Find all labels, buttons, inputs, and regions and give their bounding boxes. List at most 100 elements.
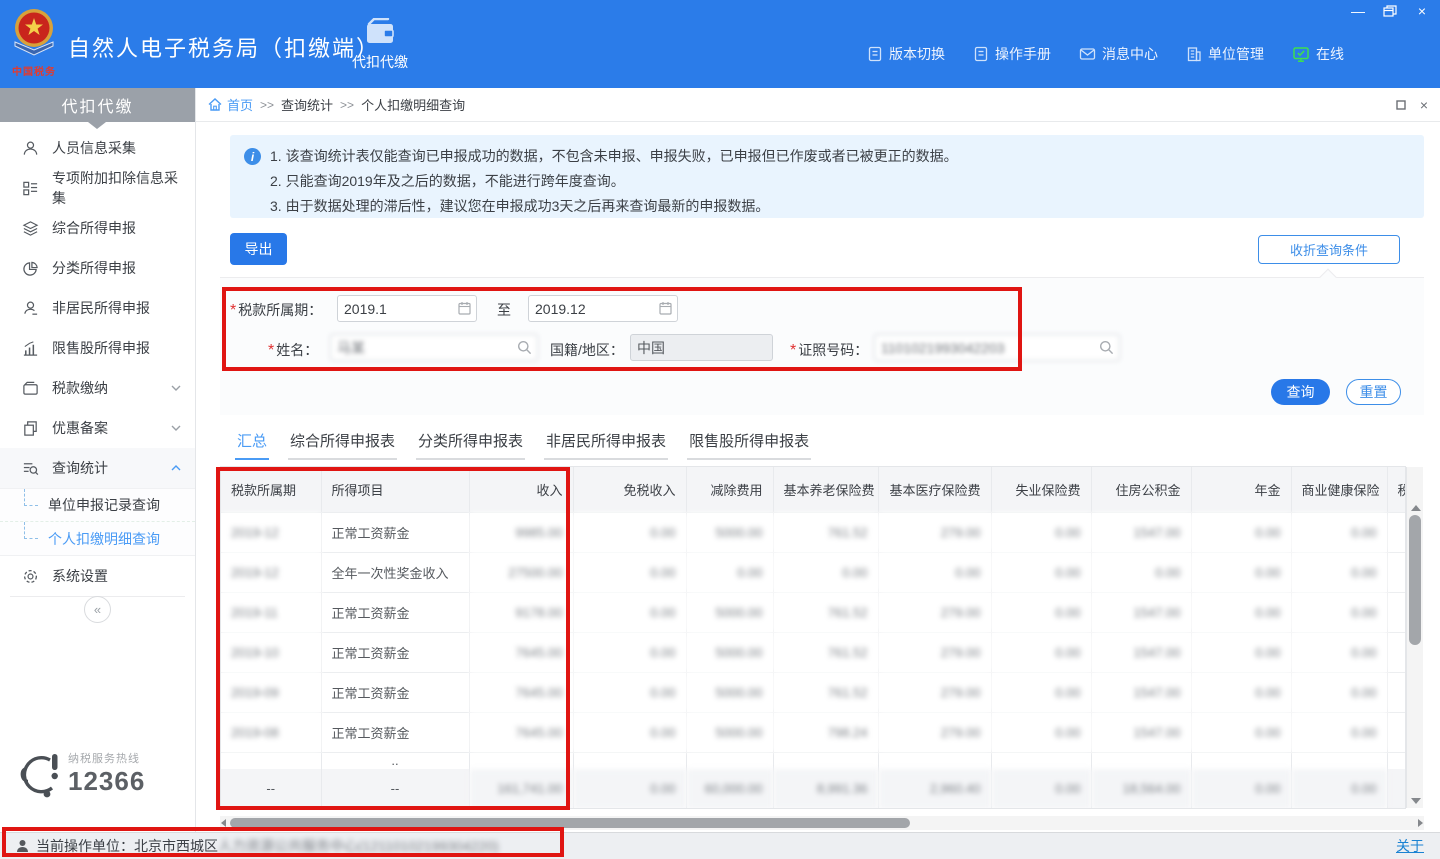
cell-amount: 0.00	[1291, 712, 1387, 752]
table-body: 2019-12正常工资薪金9985.000.005000.00761.52279…	[221, 512, 1406, 809]
scroll-up-icon[interactable]	[1411, 505, 1421, 511]
copy-icon	[22, 420, 39, 437]
horizontal-scrollbar[interactable]	[220, 816, 1424, 830]
table-row[interactable]: 2019-11正常工资薪金9178.000.005000.00761.52279…	[221, 592, 1406, 632]
to-label: 至	[497, 300, 511, 320]
results-table: 税款所属期所得项目收入免税收入减除费用基本养老保险费基本医疗保险费失业保险费住房…	[220, 466, 1406, 809]
collapse-query-conditions-button[interactable]: 收折查询条件	[1258, 235, 1400, 264]
hotline-caption: 纳税服务热线	[68, 750, 145, 766]
tab-nonresident-income[interactable]: 非居民所得申报表	[544, 430, 668, 460]
hotline-number: 12366	[68, 766, 145, 797]
current-unit-label: 当前操作单位：	[36, 836, 134, 856]
cell-amount: 1547.00	[1091, 712, 1191, 752]
nav-unit-management[interactable]: 单位管理	[1186, 44, 1264, 64]
period-to-input[interactable]	[528, 295, 678, 322]
sidebar-item-system-settings[interactable]: 系统设置	[0, 556, 195, 596]
nav-label: 在线	[1316, 44, 1344, 64]
sidebar-collapse-button[interactable]: «	[84, 596, 111, 623]
cell-clipped	[1387, 512, 1406, 552]
sidebar-item-comprehensive-income[interactable]: 综合所得申报	[0, 208, 195, 248]
tab-classified-income[interactable]: 分类所得申报表	[416, 430, 525, 460]
search-icon[interactable]	[517, 340, 532, 360]
search-icon[interactable]	[1099, 340, 1114, 360]
cell-amount: 1547.00	[1091, 672, 1191, 712]
calendar-icon[interactable]	[458, 301, 471, 320]
restore-icon[interactable]	[1382, 4, 1398, 18]
table-row[interactable]: 2019-09正常工资薪金7645.000.005000.00761.52279…	[221, 672, 1406, 712]
cell-amount: 0.00	[991, 672, 1091, 712]
vertical-scrollbar[interactable]	[1406, 467, 1423, 808]
scroll-down-icon[interactable]	[1411, 798, 1421, 804]
sidebar-item-tax-payment[interactable]: 税款缴纳	[0, 368, 195, 408]
window-controls: — ×	[1350, 4, 1430, 18]
period-from-input[interactable]	[337, 295, 477, 322]
nav-message-center[interactable]: 消息中心	[1079, 44, 1158, 64]
sidebar-item-nonresident-income[interactable]: 非居民所得申报	[0, 288, 195, 328]
cell-amount: 2,960.40	[878, 769, 991, 809]
period-to-wrap	[528, 295, 678, 322]
sidebar-item-classified-income[interactable]: 分类所得申报	[0, 248, 195, 288]
minimize-icon[interactable]: —	[1350, 4, 1366, 18]
horizontal-scroll-thumb[interactable]	[230, 818, 910, 828]
pane-close-icon[interactable]: ×	[1420, 97, 1428, 113]
breadcrumb-separator: >>	[340, 98, 354, 112]
close-icon[interactable]: ×	[1414, 4, 1430, 18]
scroll-right-icon[interactable]	[1418, 819, 1423, 827]
cell-amount: 0.00	[1191, 712, 1291, 752]
tab-withholding-module[interactable]: 代扣代缴	[338, 18, 422, 88]
sidebar: 代扣代缴 人员信息采集 专项附加扣除信息采集 综合所得申报 分类所得申报 非居民…	[0, 88, 196, 832]
sidebar-subitem-unit-declaration-query[interactable]: 单位申报记录查询	[0, 489, 195, 522]
nav-manual[interactable]: 操作手册	[973, 44, 1051, 64]
about-link[interactable]: 关于	[1396, 836, 1424, 856]
period-field-row: *税款所属期：	[230, 300, 322, 320]
cell-period: 2019-12	[221, 512, 321, 552]
cell-amount: 0.00	[1291, 512, 1387, 552]
reset-button[interactable]: 重置	[1346, 379, 1401, 405]
sidebar-item-special-deduction[interactable]: 专项附加扣除信息采集	[0, 168, 195, 208]
search-button[interactable]: 查询	[1271, 379, 1330, 405]
sidebar-item-preference-filing[interactable]: 优惠备案	[0, 408, 195, 448]
table-row[interactable]: 2019-08正常工资薪金7645.000.005000.00798.24279…	[221, 712, 1406, 752]
nav-online-status[interactable]: 在线	[1292, 44, 1344, 64]
chevron-down-icon	[171, 385, 181, 391]
notice-line: 2. 只能查询2019年及之后的数据，不能进行跨年度查询。	[270, 170, 1410, 192]
pane-controls: ×	[1396, 88, 1428, 122]
table-row[interactable]: 2019-10正常工资薪金7645.000.005000.00761.52279…	[221, 632, 1406, 672]
nav-version-switch[interactable]: 版本切换	[867, 44, 945, 64]
sidebar-item-label: 专项附加扣除信息采集	[52, 168, 181, 208]
breadcrumb-home-link[interactable]: 首页	[208, 95, 253, 114]
required-marker: *	[790, 342, 796, 359]
cell-clipped	[1387, 632, 1406, 672]
vertical-scroll-thumb[interactable]	[1409, 515, 1421, 645]
sidebar-item-label: 优惠备案	[52, 418, 158, 438]
calendar-icon[interactable]	[659, 301, 672, 320]
name-field-label: *姓名：	[268, 340, 318, 360]
person-icon	[22, 140, 39, 157]
cell-amount: 1547.00	[1091, 512, 1191, 552]
sidebar-item-query-statistics[interactable]: 查询统计	[0, 448, 195, 488]
tab-restricted-shares[interactable]: 限售股所得申报表	[687, 430, 811, 460]
cell-amount: 0.00	[573, 712, 686, 752]
id-number-input[interactable]	[874, 334, 1120, 361]
cell-amount: 1547.00	[1091, 632, 1191, 672]
notice-line: 3. 由于数据处理的滞后性，建议您在申报成功3天之后再来查询最新的申报数据。	[270, 195, 1410, 217]
cell-amount: 0.00	[1191, 769, 1291, 809]
export-button[interactable]: 导出	[230, 233, 287, 265]
pane-maximize-icon[interactable]	[1396, 100, 1406, 110]
cell-amount: 8,991.36	[773, 769, 878, 809]
name-input[interactable]	[330, 334, 538, 361]
sidebar-item-personnel-info[interactable]: 人员信息采集	[0, 128, 195, 168]
required-marker: *	[230, 302, 236, 319]
tab-summary[interactable]: 汇总	[235, 430, 269, 460]
table-row[interactable]: 2019-12全年一次性奖金收入27500.000.000.000.000.00…	[221, 552, 1406, 592]
cell-clipped	[1387, 672, 1406, 712]
sidebar-subitem-label: 单位申报记录查询	[48, 495, 160, 515]
table-row[interactable]: 2019-12正常工资薪金9985.000.005000.00761.52279…	[221, 512, 1406, 552]
sidebar-item-label: 限售股所得申报	[52, 338, 181, 358]
sidebar-subitem-personal-withholding-query[interactable]: 个人扣缴明细查询	[0, 522, 195, 555]
current-unit-redacted: 人力资源公共服务中心(12110102199304220)	[218, 836, 499, 856]
scroll-left-icon[interactable]	[221, 819, 226, 827]
cell-amount: 7645.00	[469, 632, 573, 672]
sidebar-item-restricted-shares[interactable]: 限售股所得申报	[0, 328, 195, 368]
tab-comprehensive-income[interactable]: 综合所得申报表	[288, 430, 397, 460]
